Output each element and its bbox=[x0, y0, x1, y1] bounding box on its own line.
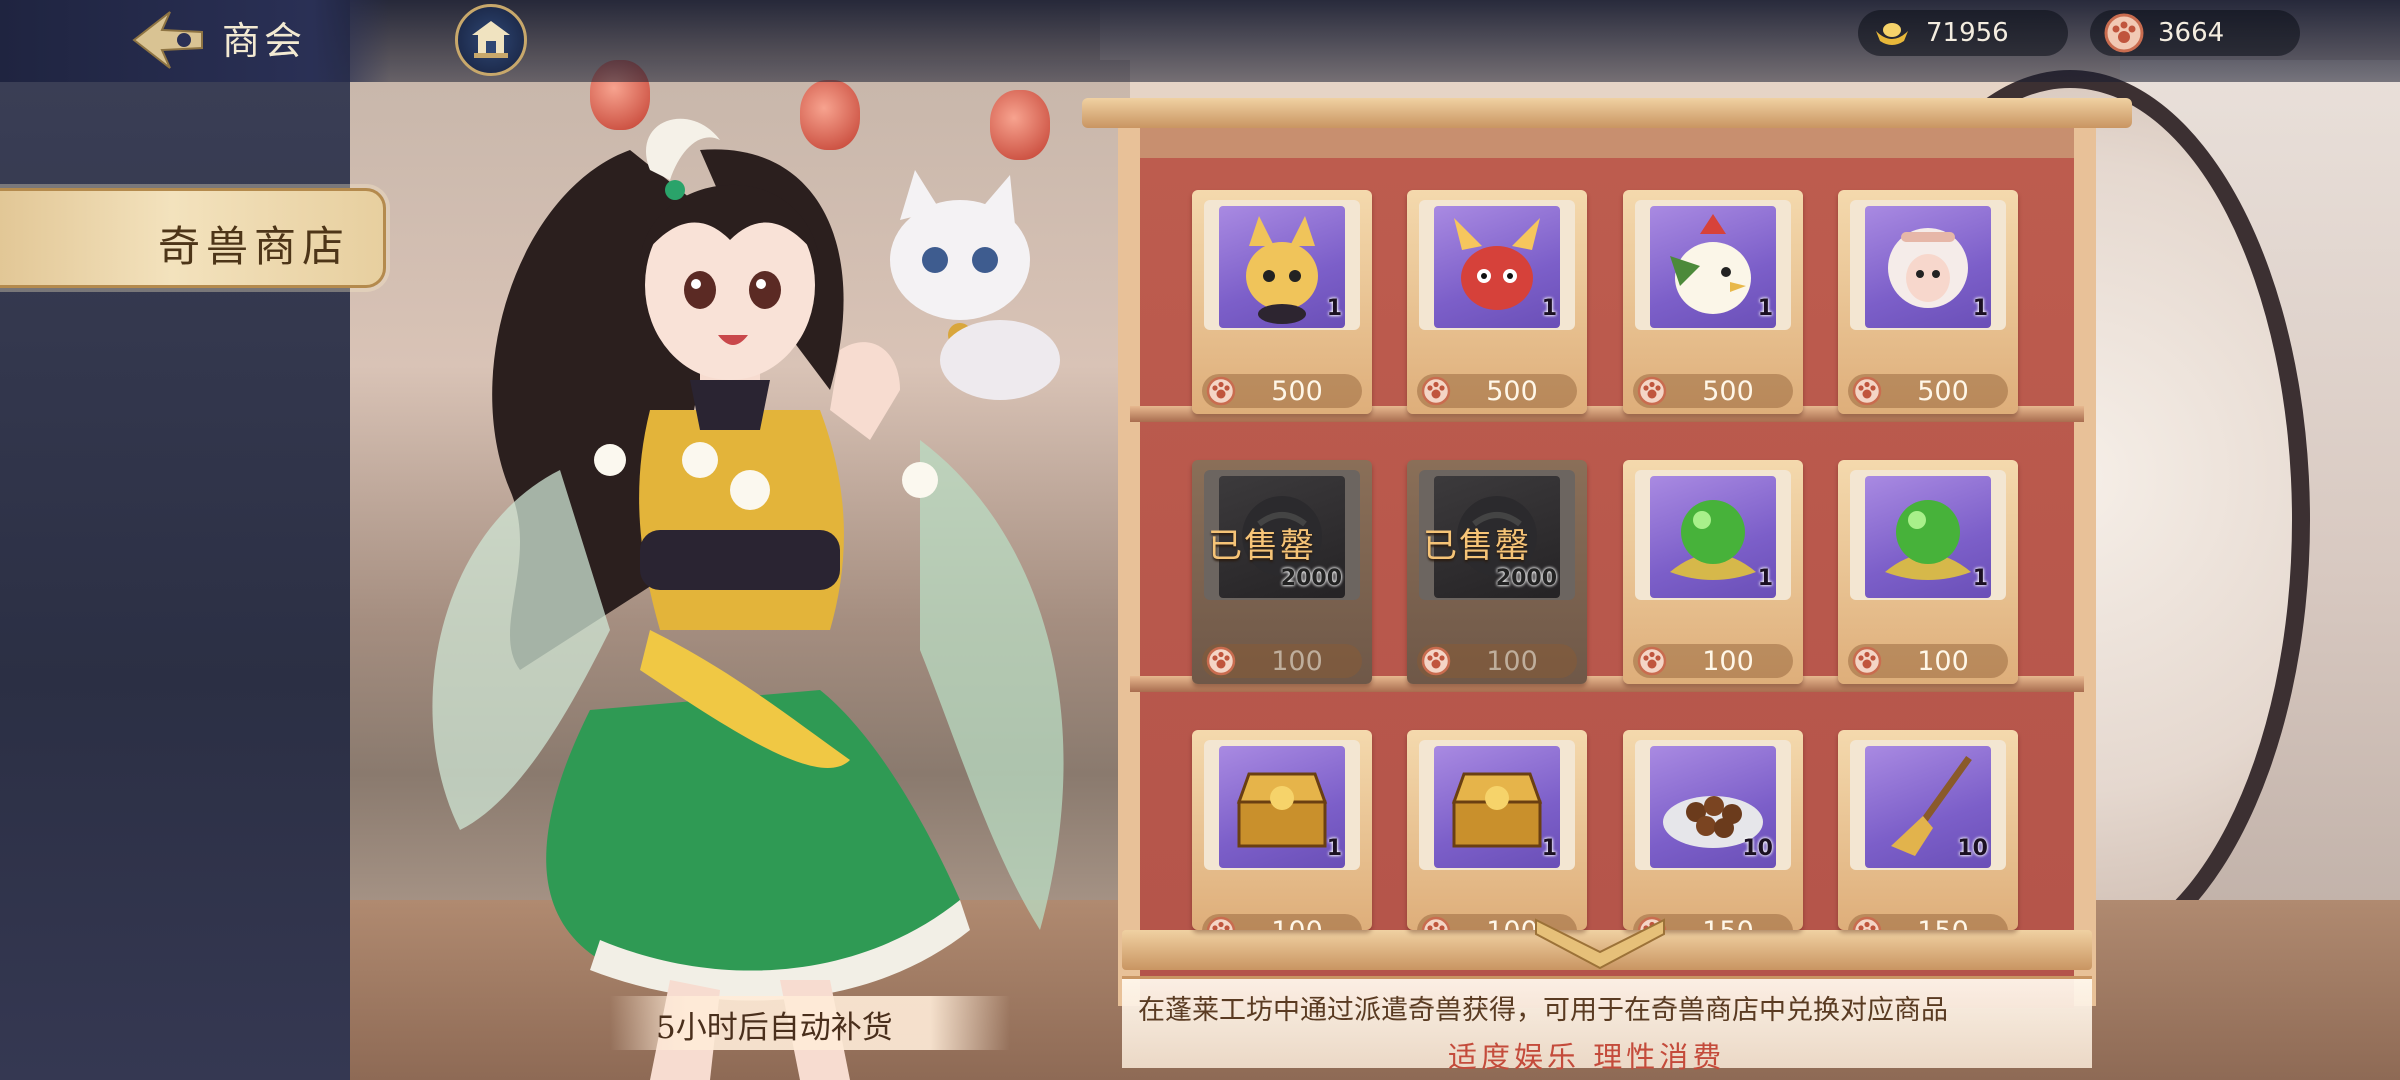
paw-coin-icon bbox=[1637, 376, 1667, 406]
gold-currency[interactable]: 71956 bbox=[1858, 10, 2068, 56]
shop-item-card[interactable]: 10 150 bbox=[1838, 730, 2018, 930]
shop-item-card[interactable]: 2000 100 已售罄 bbox=[1407, 460, 1587, 684]
scroll-down-button[interactable] bbox=[1530, 912, 1670, 972]
item-price: 100 bbox=[1702, 646, 1754, 677]
item-price: 100 bbox=[1242, 916, 1352, 930]
item-quantity: 10 bbox=[1957, 836, 1988, 861]
shopkeeper-character bbox=[432, 118, 1064, 1080]
pavilion-icon bbox=[472, 21, 510, 58]
item-price: 500 bbox=[1702, 376, 1754, 407]
tab-exotic-beast-shop[interactable]: 奇兽商店 bbox=[0, 188, 386, 288]
item-quantity: 2000 bbox=[1280, 566, 1342, 591]
item-quantity: 1 bbox=[1972, 566, 1988, 591]
gold-amount: 71956 bbox=[1926, 18, 2009, 48]
shop-item-card[interactable]: 10 150 bbox=[1623, 730, 1803, 930]
item-quantity: 1 bbox=[1541, 296, 1557, 321]
item-quantity: 10 bbox=[1742, 836, 1773, 861]
paw-coin-amount: 3664 bbox=[2158, 18, 2225, 48]
sold-out-label: 已售罄 bbox=[1423, 526, 1531, 566]
shop-item-card[interactable]: 1 500 bbox=[1838, 190, 2018, 414]
item-price: 500 bbox=[1917, 376, 1969, 407]
page-title: 商会 bbox=[222, 19, 307, 63]
item-quantity: 1 bbox=[1326, 296, 1342, 321]
healthy-gaming-slogan: 适度娱乐 理性消费 bbox=[1448, 1040, 1726, 1074]
shop-item-card[interactable]: 1 500 bbox=[1192, 190, 1372, 414]
shop-item-card[interactable]: 1 500 bbox=[1407, 190, 1587, 414]
sold-out-label: 已售罄 bbox=[1208, 526, 1316, 566]
shop-emblem-icon[interactable] bbox=[455, 4, 527, 76]
paw-coin-icon bbox=[1206, 376, 1236, 406]
item-quantity: 1 bbox=[1326, 836, 1342, 861]
item-quantity: 1 bbox=[1972, 296, 1988, 321]
item-quantity: 1 bbox=[1757, 296, 1773, 321]
item-price: 150 bbox=[1673, 916, 1783, 930]
shop-item-card[interactable]: 1 100 bbox=[1192, 730, 1372, 930]
item-price: 100 bbox=[1271, 646, 1323, 677]
paw-coin-icon bbox=[1421, 646, 1451, 676]
item-quantity: 1 bbox=[1541, 836, 1557, 861]
back-arrow-icon bbox=[132, 11, 203, 69]
item-quantity: 1 bbox=[1757, 566, 1773, 591]
paw-coin-icon bbox=[1852, 916, 1882, 930]
item-price: 500 bbox=[1486, 376, 1538, 407]
restock-timer: 5小时后自动补货 bbox=[656, 1010, 893, 1046]
paw-coin-icon bbox=[1206, 916, 1236, 930]
shop-item-card[interactable]: 2000 100 已售罄 bbox=[1192, 460, 1372, 684]
shop-item-card[interactable]: 1 500 bbox=[1623, 190, 1803, 414]
chevron-down-icon bbox=[1535, 918, 1665, 970]
shop-item-card[interactable]: 1 100 bbox=[1623, 460, 1803, 684]
paw-coin-icon bbox=[1852, 376, 1882, 406]
paw-coin-icon bbox=[1206, 646, 1236, 676]
item-quantity: 2000 bbox=[1495, 566, 1557, 591]
shop-item-card[interactable]: 1 100 bbox=[1838, 460, 2018, 684]
item-price: 100 bbox=[1486, 646, 1538, 677]
paw-currency[interactable]: 3664 bbox=[2090, 10, 2300, 56]
paw-coin-icon bbox=[1421, 916, 1451, 930]
gold-ingot-icon bbox=[1876, 23, 1908, 45]
shop-item-card[interactable]: 1100 bbox=[1407, 730, 1587, 930]
cabinet-top-board bbox=[1082, 98, 2132, 128]
back-button[interactable] bbox=[128, 8, 208, 72]
paw-coin-icon bbox=[2104, 13, 2144, 53]
paw-coin-icon bbox=[1852, 646, 1882, 676]
paw-coin-icon bbox=[1637, 646, 1667, 676]
item-price: 100 bbox=[1917, 646, 1969, 677]
paw-coin-icon bbox=[1421, 376, 1451, 406]
item-price: 150 bbox=[1888, 916, 1998, 930]
item-price: 500 bbox=[1271, 376, 1323, 407]
shop-hint: 在蓬莱工坊中通过派遣奇兽获得，可用于在奇兽商店中兑换对应商品 bbox=[1138, 995, 1948, 1026]
tab-label: 奇兽商店 bbox=[158, 222, 351, 271]
